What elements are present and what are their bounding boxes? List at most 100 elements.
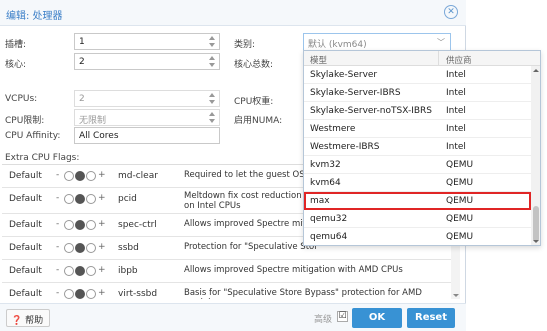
flag-state: Default [9, 243, 42, 253]
model-cell: Skylake-Server [310, 70, 378, 80]
column-header-model[interactable]: 模型 [310, 54, 327, 66]
chevron-down-icon[interactable]: ﹀ [437, 37, 445, 48]
vcpus-field[interactable]: 2 [74, 90, 220, 107]
sockets-value: 1 [79, 37, 85, 47]
off-radio[interactable] [64, 243, 74, 253]
on-radio[interactable] [86, 171, 96, 181]
off-radio[interactable] [64, 220, 74, 230]
off-radio[interactable] [64, 171, 74, 181]
plus-icon: + [98, 265, 106, 275]
dropdown-row[interactable]: Skylake-Server-noTSX-IBRS Intel [304, 102, 531, 120]
help-button[interactable]: ❓ 帮助 [6, 309, 50, 327]
off-radio[interactable] [64, 289, 74, 299]
total-cores-label: 核心总数: [234, 60, 274, 70]
type-label: 类别: [234, 40, 256, 50]
scroll-down-icon[interactable] [453, 294, 459, 297]
default-radio[interactable] [75, 266, 85, 276]
model-cell: kvm32 [310, 160, 341, 170]
off-radio[interactable] [64, 266, 74, 276]
cpu-affinity-field[interactable]: All Cores [74, 127, 220, 144]
dropdown-row[interactable]: Westmere Intel [304, 120, 531, 138]
dialog-title-bar: 编辑: 处理器 ✕ [0, 0, 466, 26]
tristate-toggle[interactable]: - + [56, 170, 106, 182]
dropdown-row[interactable]: qemu32 QEMU [304, 210, 531, 228]
spinner-icon[interactable] [208, 35, 216, 48]
default-radio[interactable] [75, 289, 85, 299]
tristate-toggle[interactable]: - + [56, 193, 106, 205]
minus-icon: - [56, 265, 60, 275]
model-cell: Skylake-Server-noTSX-IBRS [310, 106, 432, 116]
dropdown-scrollbar[interactable] [531, 66, 540, 245]
flag-description: Basis for "Speculative Store Bypass" pro… [184, 288, 422, 299]
tristate-toggle[interactable]: - + [56, 288, 106, 299]
spinner-icon[interactable] [208, 92, 216, 105]
on-radio[interactable] [86, 220, 96, 230]
vendor-cell: Intel [446, 142, 466, 152]
flag-state: Default [9, 289, 42, 299]
spinner-icon[interactable] [208, 55, 216, 68]
vendor-cell: QEMU [446, 178, 474, 188]
dropdown-row[interactable]: kvm32 QEMU [304, 156, 531, 174]
tristate-toggle[interactable]: - + [56, 265, 106, 277]
cpu-affinity-label: CPU Affinity: [5, 131, 61, 141]
vendor-cell: Intel [446, 124, 466, 134]
cpu-type-dropdown: 模型 供应商 Skylake-Server Intel Skylake-Server… [303, 50, 541, 246]
tristate-toggle[interactable]: - + [56, 219, 106, 231]
reset-button[interactable]: Reset [407, 308, 455, 328]
cpu-type-combo[interactable]: 默认 (kvm64) ﹀ [303, 33, 451, 51]
cores-label: 核心: [5, 60, 27, 70]
cpu-limit-field[interactable]: 无限制 [74, 109, 220, 126]
table-row: Default - + ibpb Allows improved Spectre… [2, 260, 451, 283]
dropdown-row[interactable]: kvm64 QEMU [304, 174, 531, 192]
model-cell: Westmere [310, 124, 356, 134]
on-radio[interactable] [86, 194, 96, 204]
default-radio[interactable] [75, 243, 85, 253]
cores-field[interactable]: 2 [74, 53, 220, 70]
minus-icon: - [56, 170, 60, 180]
flag-description: Allows improved Spectre mitigation with … [184, 265, 403, 275]
on-radio[interactable] [86, 266, 96, 276]
dropdown-header: 模型 供应商 [304, 51, 540, 66]
spinner-icon[interactable] [208, 111, 216, 124]
vendor-cell: Intel [446, 70, 466, 80]
minus-icon: - [56, 288, 60, 298]
model-cell: qemu64 [310, 232, 348, 242]
dialog-footer: ❓ 帮助 高级 ☑ OK Reset [0, 303, 466, 331]
plus-icon: + [98, 242, 106, 252]
model-cell: max [310, 196, 330, 206]
scroll-up-icon[interactable] [533, 69, 539, 72]
tristate-toggle[interactable]: - + [56, 242, 106, 254]
advanced-checkbox[interactable]: ☑ [337, 311, 348, 322]
vendor-cell: QEMU [446, 232, 474, 242]
plus-icon: + [98, 219, 106, 229]
flag-name: spec-ctrl [118, 220, 157, 230]
vendor-cell: QEMU [446, 214, 474, 224]
dropdown-row[interactable]: Westmere-IBRS Intel [304, 138, 531, 156]
dropdown-row-highlighted[interactable]: max QEMU [304, 192, 531, 210]
vcpus-value: 2 [79, 94, 85, 104]
flag-name: virt-ssbd [118, 289, 158, 299]
plus-icon: + [98, 288, 106, 298]
sockets-field[interactable]: 1 [74, 33, 220, 50]
model-cell: qemu32 [310, 214, 348, 224]
plus-icon: + [98, 170, 106, 180]
default-radio[interactable] [75, 220, 85, 230]
sockets-label: 插槽: [5, 40, 27, 50]
plus-icon: + [98, 193, 106, 203]
ok-button[interactable]: OK [352, 308, 402, 328]
on-radio[interactable] [86, 289, 96, 299]
dropdown-row[interactable]: Skylake-Server-IBRS Intel [304, 84, 531, 102]
minus-icon: - [56, 242, 60, 252]
default-radio[interactable] [75, 171, 85, 181]
on-radio[interactable] [86, 243, 96, 253]
dropdown-row[interactable]: qemu64 QEMU [304, 228, 531, 245]
column-header-vendor[interactable]: 供应商 [446, 54, 472, 66]
scrollbar-thumb[interactable] [533, 206, 539, 242]
cores-value: 2 [79, 57, 85, 67]
scroll-down-icon[interactable] [533, 240, 539, 243]
dropdown-row[interactable]: Skylake-Server Intel [304, 66, 531, 84]
off-radio[interactable] [64, 194, 74, 204]
table-row: Default - + virt-ssbd Basis for "Specula… [2, 283, 451, 299]
default-radio[interactable] [75, 194, 85, 204]
close-circle-icon[interactable]: ✕ [444, 5, 458, 19]
